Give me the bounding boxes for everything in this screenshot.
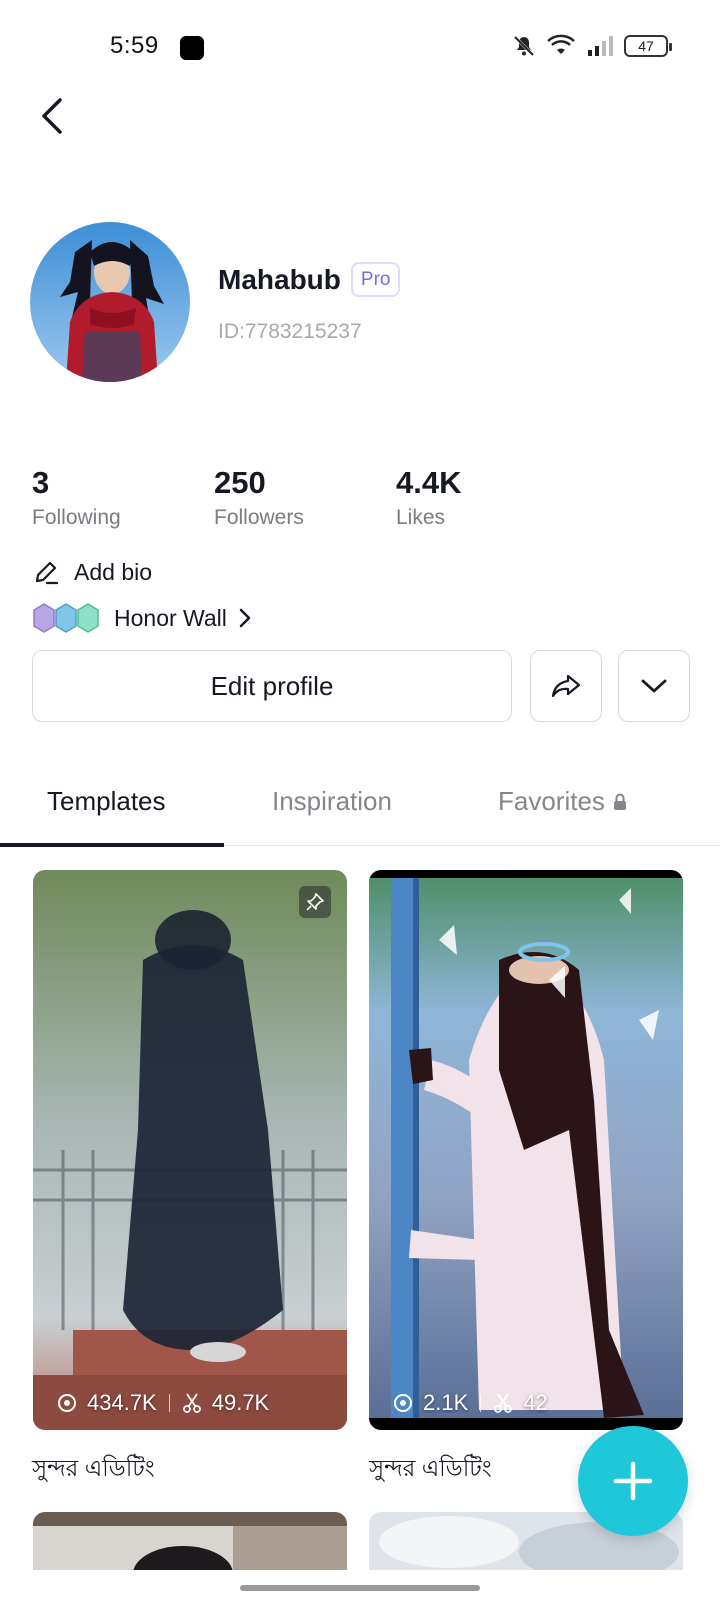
back-button[interactable] [30,92,74,140]
uses-count: 42 [523,1390,548,1415]
template-title[interactable]: সুন্দর এডিটিং [32,1450,155,1489]
honor-wall-link[interactable]: Honor Wall [32,602,253,634]
plus-icon [613,1461,653,1501]
eye-icon [394,1394,412,1412]
scissors-icon [494,1393,513,1413]
battery-icon: 47 [624,35,672,57]
edit-profile-button[interactable]: Edit profile [32,650,512,722]
stats-divider [480,1394,482,1412]
more-options-button[interactable] [618,650,690,722]
name-row: Mahabub Pro [218,262,401,297]
create-template-button[interactable] [578,1426,688,1536]
tab-templates[interactable]: Templates [47,786,166,817]
template-card[interactable]: 434.7K 49.7K [33,870,347,1430]
stat-value: 4.4K [396,465,462,500]
avatar[interactable] [30,222,190,382]
stat-value: 250 [214,465,266,500]
stats-row: 3 Following 250 Followers 4.4K Likes [32,465,578,530]
status-icons: 47 [512,34,672,58]
user-id[interactable]: ID:7783215237 [218,320,362,344]
share-arrow-icon [551,674,581,698]
scissors-icon [182,1393,201,1413]
pinned-badge [299,886,331,918]
tab-inspiration[interactable]: Inspiration [272,786,392,817]
app-notification-icon [180,36,204,60]
pro-badge[interactable]: Pro [350,262,401,297]
honor-wall-label: Honor Wall [114,604,227,631]
profile-tabs: Templates Inspiration Favorites [0,760,720,847]
eye-icon [58,1394,76,1412]
lock-icon [613,793,626,810]
template-thumbnail [33,1512,347,1570]
add-bio-label: Add bio [74,558,153,585]
username: Mahabub [218,263,341,295]
pin-icon [306,893,324,911]
wifi-icon [547,34,575,54]
share-profile-button[interactable] [530,650,602,722]
stat-value: 3 [32,465,50,500]
stat-following[interactable]: 3 Following [32,465,214,530]
honor-badges-icon [32,602,104,634]
stat-followers[interactable]: 250 Followers [214,465,396,530]
stat-label: Following [32,506,121,530]
template-stats: 434.7K 49.7K [57,1390,269,1416]
stat-label: Followers [214,506,304,530]
pencil-icon [35,561,59,585]
active-tab-indicator [0,843,224,847]
stat-label: Likes [396,506,446,530]
tab-favorites-label: Favorites [498,786,605,816]
stats-divider [168,1394,170,1412]
status-bar: 5:59 47 [0,0,720,96]
avatar-image [30,222,190,382]
stat-likes[interactable]: 4.4K Likes [396,465,578,530]
chevron-left-icon [42,98,62,134]
views-count: 434.7K [87,1390,157,1415]
home-indicator[interactable] [240,1585,480,1591]
uses-count: 49.7K [211,1390,270,1415]
template-card[interactable] [33,1512,347,1570]
tab-favorites[interactable]: Favorites [498,786,627,817]
signal-icon [588,36,613,56]
status-time: 5:59 [110,32,159,59]
views-count: 2.1K [423,1390,469,1415]
chevron-right-icon [239,608,251,628]
template-title[interactable]: সুন্দর এডিটিং [369,1450,492,1489]
add-bio-button[interactable]: Add bio [32,558,152,586]
template-card[interactable]: 2.1K 42 [369,870,683,1430]
template-thumbnail [369,870,683,1430]
template-thumbnail [33,870,347,1430]
chevron-down-icon [641,679,667,693]
mute-bell-icon [513,35,535,57]
template-stats: 2.1K 42 [393,1390,548,1416]
